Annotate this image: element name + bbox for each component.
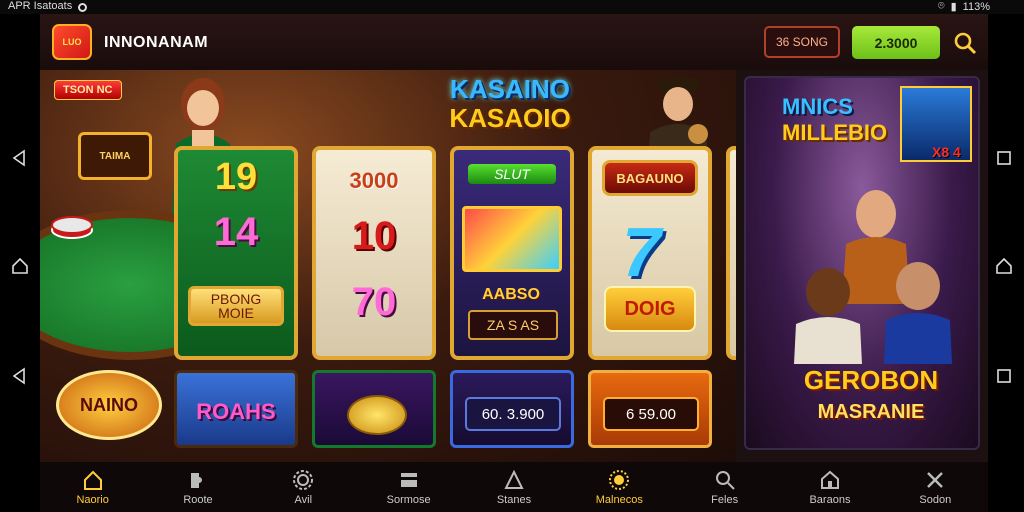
- nav-label: Baraons: [809, 493, 851, 506]
- nav-item-malnecos[interactable]: Malnecos: [567, 462, 672, 512]
- nav-item-baraons[interactable]: Baraons: [777, 462, 882, 512]
- signal-icon: ▮: [950, 1, 957, 13]
- balance-button[interactable]: 2.3000: [852, 26, 940, 59]
- game-tile-4-amount: 6 59.00: [603, 397, 699, 431]
- nav-item-roote[interactable]: Roote: [145, 462, 250, 512]
- promo-title-line2: MILLEBIO: [782, 120, 888, 145]
- app-header: LUO INNONANAM 36 SONG 2.3000: [40, 14, 988, 70]
- casino-logo[interactable]: NAINO: [56, 370, 162, 440]
- left-nav-bar: [0, 14, 40, 512]
- bottom-nav: Naorio Roote Avil Sormose Stanes Malneco…: [40, 462, 988, 512]
- home-key-icon[interactable]: [10, 256, 30, 276]
- promo-bottom-line2: MASRANIE: [817, 401, 925, 423]
- reel-1-badge: PBONG MOIE: [188, 286, 284, 326]
- reel-2-bottom: 70: [351, 280, 397, 324]
- reel-3-character-card: [462, 206, 562, 272]
- reel-1-middle: 14: [213, 210, 259, 254]
- promo-title-line1: MNICS: [782, 94, 853, 119]
- status-bar: APR Isatoats ⌾ ▮ 113%: [0, 0, 1024, 14]
- game-tile-4[interactable]: 6 59.00: [588, 370, 712, 448]
- reel-2[interactable]: 3000 10 70: [312, 146, 436, 360]
- nav-label: Roote: [183, 493, 213, 506]
- recents-icon[interactable]: [994, 148, 1014, 168]
- reel-4[interactable]: BAGAUNO 7 DOIG: [588, 146, 712, 360]
- reel-2-middle: 10: [351, 214, 397, 258]
- reel-4-seven: 7: [622, 213, 661, 291]
- promo-title: MNICS MILLEBIO: [782, 94, 912, 146]
- triangle-icon: [504, 469, 524, 489]
- promo-card[interactable]: MNICS MILLEBIO X8 4 GEROBON MASRANIE: [744, 76, 980, 450]
- promo-bottom-title: GEROBON MASRANIE: [786, 364, 956, 428]
- game-tile-3[interactable]: 60. 3.900: [450, 370, 574, 448]
- brand-title-line1: KASAINO: [450, 74, 570, 104]
- reel-1[interactable]: 19 14 PBONG MOIE: [174, 146, 298, 360]
- main-banner[interactable]: TSON NC TAIMA KASAINO KASAOIO 19 14 PBON…: [40, 70, 736, 462]
- reel-4-top-badge: BAGAUNO: [602, 160, 698, 196]
- brand-title: KASAINO KASAOIO: [420, 74, 600, 132]
- game-tile-1[interactable]: ROAHS: [174, 370, 298, 448]
- app-window: LUO INNONANAM 36 SONG 2.3000 TSON NC TAI…: [40, 14, 988, 512]
- nav-item-sodon[interactable]: Sodon: [883, 462, 988, 512]
- players-illustration: [794, 190, 952, 364]
- brand-title-line2: KASAOIO: [449, 103, 571, 133]
- gold-coin-icon: [347, 395, 407, 435]
- gear-icon: [293, 469, 314, 490]
- nav-item-stanes[interactable]: Stanes: [461, 462, 566, 512]
- neon-sign: TAIMA: [78, 132, 152, 180]
- puzzle-icon: [190, 472, 202, 488]
- nav-label: Sormose: [386, 493, 431, 506]
- nav-item-sormose[interactable]: Sormose: [356, 462, 461, 512]
- reel-2-top: 3000: [349, 168, 399, 193]
- reel-3-tag: AABSO: [482, 286, 540, 303]
- reel-3-label: SLUT: [468, 164, 556, 184]
- promo-tag: X8 4: [932, 144, 961, 160]
- nav-label: Malnecos: [595, 493, 643, 506]
- nav-item-naorio[interactable]: Naorio: [40, 462, 145, 512]
- app-logo-text: LUO: [62, 37, 82, 47]
- promo-bottom-line1: GEROBON: [803, 365, 939, 395]
- app-logo[interactable]: LUO: [52, 24, 92, 60]
- sun-icon: [609, 469, 630, 490]
- game-tile-3-amount: 60. 3.900: [465, 397, 561, 431]
- house-icon: [820, 470, 839, 489]
- reel-3-box: ZA S AS: [468, 310, 558, 340]
- back-icon[interactable]: [10, 148, 30, 168]
- recents-icon-secondary[interactable]: [994, 366, 1014, 386]
- home-key-icon-right[interactable]: [994, 256, 1014, 276]
- search-icon[interactable]: [952, 30, 978, 56]
- nav-label: Avil: [294, 493, 313, 506]
- status-left-text: APR Isatoats: [8, 0, 73, 12]
- nav-label: Feles: [711, 493, 739, 506]
- coins-button[interactable]: 36 SONG: [764, 26, 840, 58]
- reel-4-bottom-badge: DOIG: [604, 286, 696, 332]
- nav-label: Naorio: [76, 493, 109, 506]
- reel-5-partial: [726, 146, 736, 360]
- game-tile-2[interactable]: [312, 370, 436, 448]
- battery-percent: 113%: [962, 0, 990, 13]
- card-icon: [400, 472, 417, 487]
- nav-item-feles[interactable]: Feles: [672, 462, 777, 512]
- reel-3[interactable]: SLUT AABSO ZA S AS: [450, 146, 574, 360]
- tools-icon: [927, 471, 944, 488]
- app-name: INNONANAM: [104, 34, 209, 51]
- notification-icon: [78, 2, 88, 12]
- back-icon-secondary[interactable]: [10, 366, 30, 386]
- reel-1-top: 19: [214, 156, 258, 198]
- corner-tag: TSON NC: [54, 80, 122, 100]
- nav-item-avil[interactable]: Avil: [251, 462, 356, 512]
- game-tile-1-text: ROAHS: [196, 399, 276, 424]
- wifi-icon: ⌾: [938, 0, 945, 12]
- home-icon: [83, 470, 102, 490]
- nav-label: Sodon: [919, 493, 952, 506]
- search-icon: [715, 470, 735, 490]
- chips-icon: [51, 216, 93, 239]
- nav-label: Stanes: [496, 493, 532, 506]
- right-nav-bar: [984, 14, 1024, 512]
